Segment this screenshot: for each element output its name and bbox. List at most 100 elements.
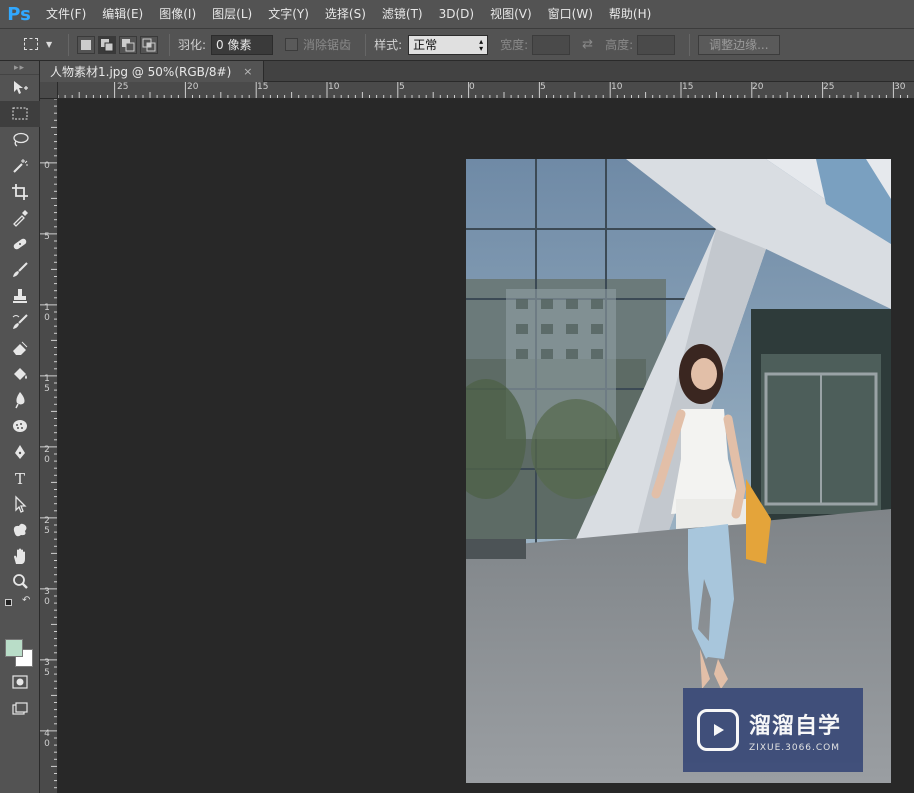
- paint-bucket-tool[interactable]: [0, 361, 40, 387]
- divider: [169, 33, 170, 56]
- menu-view[interactable]: 视图(V): [482, 0, 540, 28]
- swap-icon[interactable]: ⇄: [582, 37, 593, 52]
- foreground-color-swatch[interactable]: [5, 639, 23, 657]
- blur-tool[interactable]: [0, 387, 40, 413]
- antialias-label: 消除锯齿: [303, 38, 352, 52]
- divider: [689, 33, 691, 56]
- custom-shape-tool[interactable]: [0, 517, 40, 543]
- refine-edge-button[interactable]: 调整边缘...: [698, 34, 780, 55]
- ruler-label: 3 5: [44, 658, 50, 678]
- menu-file[interactable]: 文件(F): [38, 0, 94, 28]
- ruler-label: 20: [187, 82, 199, 92]
- panel-grip[interactable]: ▸▸: [0, 61, 39, 75]
- eraser-icon: [13, 341, 28, 355]
- ruler-label: 3 0: [44, 587, 50, 607]
- crop-icon: [12, 184, 28, 200]
- menu-type[interactable]: 文字(Y): [260, 0, 317, 28]
- menu-filter[interactable]: 滤镜(T): [374, 0, 431, 28]
- tools-panel: ▸▸ T ↶: [0, 61, 40, 793]
- healing-brush-tool[interactable]: [0, 231, 40, 257]
- ruler-label: 25: [117, 82, 129, 92]
- ruler-label: 10: [328, 82, 340, 92]
- type-tool[interactable]: T: [0, 465, 40, 491]
- height-input[interactable]: [637, 34, 676, 55]
- vertical-ruler[interactable]: 0 5 1 0 1 5 2 0 2 5 3 0 3 5 4 0: [40, 99, 58, 793]
- menu-window[interactable]: 窗口(W): [540, 0, 601, 28]
- svg-text:T: T: [15, 470, 25, 487]
- hand-tool[interactable]: [0, 543, 40, 569]
- document-title: 人物素材1.jpg @ 50%(RGB/8#): [50, 65, 232, 79]
- move-tool[interactable]: [0, 75, 40, 101]
- watermark-text: 溜溜自学 ZIXUE.3066.COM: [749, 708, 841, 753]
- shape-icon: [13, 523, 27, 537]
- dodge-tool[interactable]: [0, 413, 40, 439]
- style-select[interactable]: 正常 ▴ ▾: [408, 34, 489, 55]
- menu-help[interactable]: 帮助(H): [601, 0, 659, 28]
- history-brush-icon: [12, 314, 28, 329]
- default-colors-icon[interactable]: [5, 599, 12, 606]
- style-label: 样式:: [374, 38, 403, 52]
- menu-layer[interactable]: 图层(L): [204, 0, 260, 28]
- menu-image[interactable]: 图像(I): [151, 0, 204, 28]
- antialias-checkbox[interactable]: [285, 38, 299, 51]
- eraser-tool[interactable]: [0, 335, 40, 361]
- subtract-selection-button[interactable]: [119, 35, 137, 54]
- select-arrows-icon: ▴ ▾: [479, 36, 484, 53]
- ruler-label: 2 5: [44, 516, 50, 536]
- ruler-label: 25: [823, 82, 835, 92]
- history-brush-tool[interactable]: [0, 309, 40, 335]
- intersect-selection-button[interactable]: [140, 35, 158, 54]
- menu-edit[interactable]: 编辑(E): [94, 0, 151, 28]
- chevron-down-icon: ▼: [46, 39, 53, 49]
- width-input[interactable]: [532, 34, 571, 55]
- ruler-label: 20: [752, 82, 764, 92]
- screen-mode-tool[interactable]: [0, 696, 40, 722]
- sponge-icon: [13, 420, 27, 432]
- screen-mode-icon: [12, 702, 28, 715]
- ruler-label: 5: [540, 82, 546, 92]
- brush-tool[interactable]: [0, 257, 40, 283]
- intersect-selection-icon: [142, 38, 156, 51]
- ruler-label: 2 0: [44, 445, 50, 465]
- eyedropper-tool[interactable]: [0, 205, 40, 231]
- blur-drop-icon: [15, 392, 25, 409]
- marquee-icon: [24, 37, 38, 50]
- ruler-label: 4 0: [44, 729, 50, 749]
- magic-wand-tool[interactable]: [0, 153, 40, 179]
- canvas-area[interactable]: 溜溜自学 ZIXUE.3066.COM: [58, 99, 914, 793]
- quick-mask-icon: [12, 675, 28, 689]
- path-selection-tool[interactable]: [0, 491, 40, 517]
- clone-stamp-tool[interactable]: [0, 283, 40, 309]
- horizontal-ruler[interactable]: 25 20 15 10 5 0 5 10 15 20 25 30: [58, 82, 914, 99]
- zoom-tool[interactable]: [0, 569, 40, 595]
- pen-tool[interactable]: [0, 439, 40, 465]
- ruler-label: 15: [257, 82, 269, 92]
- type-icon: T: [15, 470, 25, 487]
- add-to-selection-button[interactable]: [98, 35, 116, 54]
- quick-mask-tool[interactable]: [0, 669, 40, 695]
- ruler-label: 5: [399, 82, 405, 92]
- play-icon: [714, 724, 724, 736]
- watermark: 溜溜自学 ZIXUE.3066.COM: [683, 688, 863, 772]
- document-tab[interactable]: 人物素材1.jpg @ 50%(RGB/8#) ×: [40, 61, 264, 82]
- watermark-subtitle: ZIXUE.3066.COM: [749, 742, 841, 753]
- pen-icon: [15, 445, 25, 459]
- menu-select[interactable]: 选择(S): [317, 0, 374, 28]
- lasso-tool[interactable]: [0, 127, 40, 153]
- new-selection-button[interactable]: [77, 35, 95, 54]
- ruler-origin[interactable]: [40, 82, 58, 99]
- rectangular-marquee-tool[interactable]: [0, 101, 40, 127]
- swap-colors-icon[interactable]: ↶: [22, 595, 30, 606]
- subtract-selection-icon: [122, 38, 135, 51]
- crop-tool[interactable]: [0, 179, 40, 205]
- marquee-icon: [12, 107, 28, 120]
- magic-wand-icon: [13, 159, 28, 173]
- feather-input[interactable]: 0 像素: [211, 34, 274, 55]
- ruler-label: 5: [44, 232, 50, 242]
- document-tab-bar: 人物素材1.jpg @ 50%(RGB/8#) ×: [40, 61, 914, 82]
- arrow-cursor-icon: [15, 495, 27, 513]
- tool-preset-picker[interactable]: ▼: [6, 34, 52, 56]
- close-icon[interactable]: ×: [243, 65, 252, 78]
- ruler-label: 10: [611, 82, 623, 92]
- menu-3d[interactable]: 3D(D): [431, 0, 482, 28]
